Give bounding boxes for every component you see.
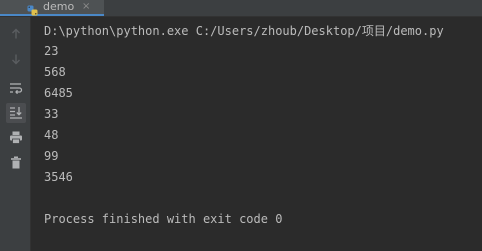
- run-tool-window: demo × D:\python\python.exe C:/Users/zho…: [0, 0, 482, 251]
- close-icon[interactable]: ×: [82, 0, 90, 14]
- soft-wrap-icon: [9, 79, 23, 98]
- output-line: 99: [44, 149, 59, 163]
- python-icon: [27, 1, 38, 16]
- print-icon: [9, 129, 23, 148]
- print-button[interactable]: [6, 128, 26, 148]
- console-toolbar: [0, 17, 31, 251]
- clear-all-button[interactable]: [6, 153, 26, 173]
- output-line: 33: [44, 107, 59, 121]
- soft-wrap-button[interactable]: [6, 78, 26, 98]
- scroll-to-end-button[interactable]: [6, 103, 26, 123]
- output-line: 3546: [44, 170, 73, 184]
- tab-demo[interactable]: demo ×: [0, 0, 104, 16]
- console-output[interactable]: D:\python\python.exe C:/Users/zhoub/Desk…: [44, 17, 482, 251]
- output-line: 48: [44, 128, 59, 142]
- command-line: D:\python\python.exe C:/Users/zhoub/Desk…: [44, 24, 444, 38]
- output-line: 568: [44, 65, 66, 79]
- trash-icon: [10, 154, 22, 173]
- tab-label: demo: [43, 0, 75, 13]
- arrow-up-icon: [10, 25, 22, 44]
- exit-message: Process finished with exit code 0: [44, 212, 283, 226]
- arrow-down-icon: [10, 50, 22, 69]
- output-line: 6485: [44, 86, 73, 100]
- scroll-to-end-icon: [9, 104, 23, 123]
- output-line: 23: [44, 44, 59, 58]
- run-tab-bar: demo ×: [0, 0, 482, 17]
- scroll-down-button[interactable]: [6, 49, 26, 69]
- scroll-up-button[interactable]: [6, 24, 26, 44]
